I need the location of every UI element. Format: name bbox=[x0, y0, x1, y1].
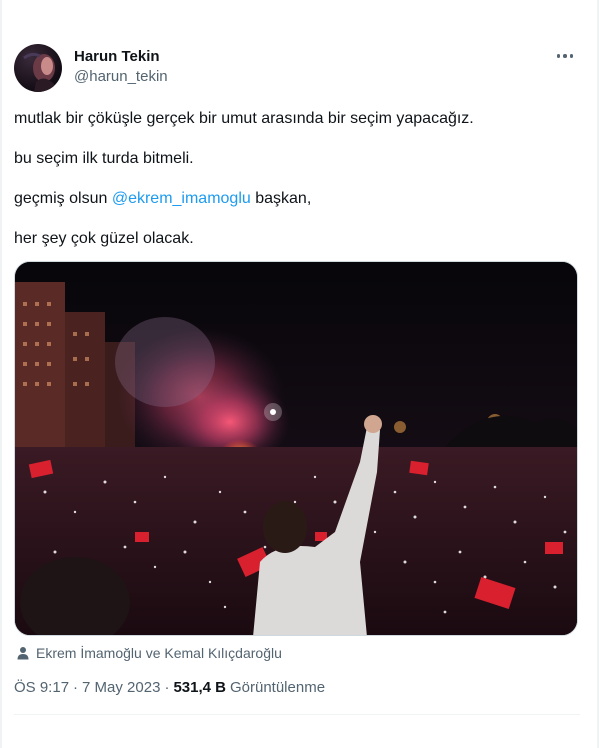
tweet-photo[interactable] bbox=[14, 261, 578, 636]
more-dots-icon[interactable] bbox=[552, 46, 578, 66]
separator: · bbox=[73, 679, 79, 696]
mention-link[interactable]: @ekrem_imamoglu bbox=[112, 190, 251, 207]
tweet-line: mutlak bir çöküşle gerçek bir umut arası… bbox=[14, 110, 474, 127]
tweet-text-segment: geçmiş olsun bbox=[14, 190, 108, 207]
frame-border-left bbox=[0, 0, 2, 748]
tweet-line: geçmiş olsun @ekrem_imamoglu başkan, bbox=[14, 189, 580, 209]
tagged-people-label: Ekrem İmamoğlu ve Kemal Kılıçdaroğlu bbox=[36, 645, 282, 661]
separator: · bbox=[164, 679, 170, 696]
tweet-header: Harun Tekin @harun_tekin bbox=[14, 44, 580, 94]
dot bbox=[569, 54, 574, 58]
tweet-time[interactable]: ÖS 9:17 bbox=[14, 679, 69, 696]
author-name[interactable]: Harun Tekin bbox=[74, 48, 160, 65]
tweet-line: her şey çok güzel olacak. bbox=[14, 230, 194, 247]
tweet-text-segment: başkan, bbox=[255, 190, 312, 207]
divider bbox=[14, 714, 580, 715]
tweet-meta: ÖS 9:17 · 7 May 2023 · 531,4 B Görüntüle… bbox=[14, 679, 325, 696]
dot bbox=[563, 54, 567, 58]
tweet-line: bu seçim ilk turda bitmeli. bbox=[14, 150, 194, 167]
dot bbox=[556, 54, 561, 58]
author-handle[interactable]: @harun_tekin bbox=[74, 68, 168, 85]
tagged-people[interactable]: Ekrem İmamoğlu ve Kemal Kılıçdaroğlu bbox=[16, 644, 282, 662]
tweet-date[interactable]: 7 May 2023 bbox=[82, 679, 160, 696]
rally-photo bbox=[15, 262, 577, 635]
avatar[interactable] bbox=[14, 44, 62, 92]
person-icon bbox=[17, 647, 29, 660]
views-count: 531,4 B bbox=[173, 679, 226, 696]
views-label: Görüntülenme bbox=[229, 679, 326, 696]
tweet-text: mutlak bir çöküşle gerçek bir umut arası… bbox=[14, 109, 580, 269]
